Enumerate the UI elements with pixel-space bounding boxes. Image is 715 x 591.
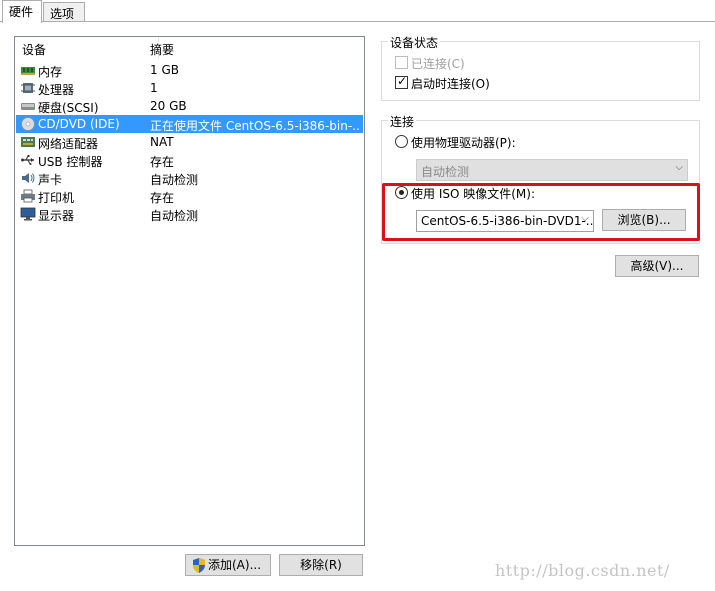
device-name: CD/DVD (IDE) <box>38 117 120 131</box>
remove-device-button[interactable]: 移除(R) <box>279 554 363 576</box>
add-device-button[interactable]: 添加(A)... <box>185 554 271 576</box>
processor-icon <box>21 83 35 93</box>
device-name: 打印机 <box>38 191 75 205</box>
connected-label: 已连接(C) <box>411 57 465 71</box>
device-row-network-adapter[interactable]: 网络适配器 NAT <box>16 133 363 151</box>
device-row-display[interactable]: 显示器 自动检测 <box>16 205 363 223</box>
device-name: 网络适配器 <box>38 137 99 151</box>
device-summary: 自动检测 <box>150 173 199 187</box>
connection-title: 连接 <box>388 113 417 130</box>
physical-drive-value: 自动检测 <box>421 165 470 179</box>
annotation-highlight-box <box>382 183 700 241</box>
display-icon <box>20 207 36 221</box>
device-row-cd-dvd[interactable]: CD/DVD (IDE) 正在使用文件 CentOS-6.5-i386-bin-… <box>16 115 363 133</box>
connect-at-power-on-checkbox[interactable]: ✓ <box>395 74 408 89</box>
checkmark-icon: ✓ <box>397 74 408 88</box>
tab-hardware[interactable]: 硬件 <box>2 0 42 23</box>
device-summary: 存在 <box>150 155 175 169</box>
device-status-title: 设备状态 <box>388 34 441 51</box>
device-list-header: 设备 摘要 <box>15 37 364 59</box>
device-name: 显示器 <box>38 209 75 223</box>
device-name: 内存 <box>38 65 63 79</box>
device-name: 声卡 <box>38 173 63 187</box>
chevron-down-icon: ⌵ <box>675 162 683 173</box>
device-summary: 正在使用文件 CentOS-6.5-i386-bin-... <box>150 119 360 133</box>
physical-drive-radio[interactable] <box>395 135 408 148</box>
device-summary: 1 GB <box>150 63 179 77</box>
uac-shield-icon <box>193 558 205 573</box>
device-row-printer[interactable]: 打印机 存在 <box>16 187 363 205</box>
physical-drive-label: 使用物理驱动器(P): <box>411 136 516 150</box>
device-row-sound-card[interactable]: 声卡 自动检测 <box>16 169 363 187</box>
column-header-device[interactable]: 设备 <box>22 41 46 58</box>
network-adapter-icon <box>21 137 35 147</box>
device-list[interactable]: 设备 摘要 内存 1 GB 处理器 1 硬盘(SCSI) 20 GB CD/DV… <box>14 36 365 546</box>
memory-icon <box>21 67 35 75</box>
device-summary: 20 GB <box>150 99 187 113</box>
device-row-memory[interactable]: 内存 1 GB <box>16 61 363 79</box>
device-name: 硬盘(SCSI) <box>38 101 99 115</box>
device-name: 处理器 <box>38 83 75 97</box>
cd-dvd-icon <box>21 117 35 131</box>
harddisk-icon <box>21 103 35 110</box>
connected-checkbox[interactable] <box>395 56 408 69</box>
device-row-harddisk[interactable]: 硬盘(SCSI) 20 GB <box>16 97 363 115</box>
device-summary: 自动检测 <box>150 209 199 223</box>
tab-bar: 硬件 选项 <box>0 0 715 23</box>
device-row-usb-controller[interactable]: USB 控制器 存在 <box>16 151 363 169</box>
sound-card-icon <box>22 173 35 183</box>
connect-at-power-on-label: 启动时连接(O) <box>411 77 490 91</box>
column-header-summary[interactable]: 摘要 <box>150 41 174 58</box>
usb-icon <box>21 155 34 165</box>
tab-options[interactable]: 选项 <box>43 2 85 22</box>
watermark-text: http://blog.csdn.net/ <box>495 561 670 580</box>
physical-drive-select[interactable]: 自动检测 ⌵ <box>416 159 688 181</box>
add-device-label: 添加(A)... <box>208 558 262 572</box>
printer-icon <box>21 189 35 203</box>
device-status-group: 设备状态 已连接(C) ✓ 启动时连接(O) <box>381 34 700 101</box>
device-name: USB 控制器 <box>38 155 103 169</box>
device-summary: 1 <box>150 81 158 95</box>
device-summary: NAT <box>150 135 174 149</box>
advanced-button[interactable]: 高级(V)... <box>615 255 699 277</box>
device-row-processor[interactable]: 处理器 1 <box>16 79 363 97</box>
device-summary: 存在 <box>150 191 175 205</box>
